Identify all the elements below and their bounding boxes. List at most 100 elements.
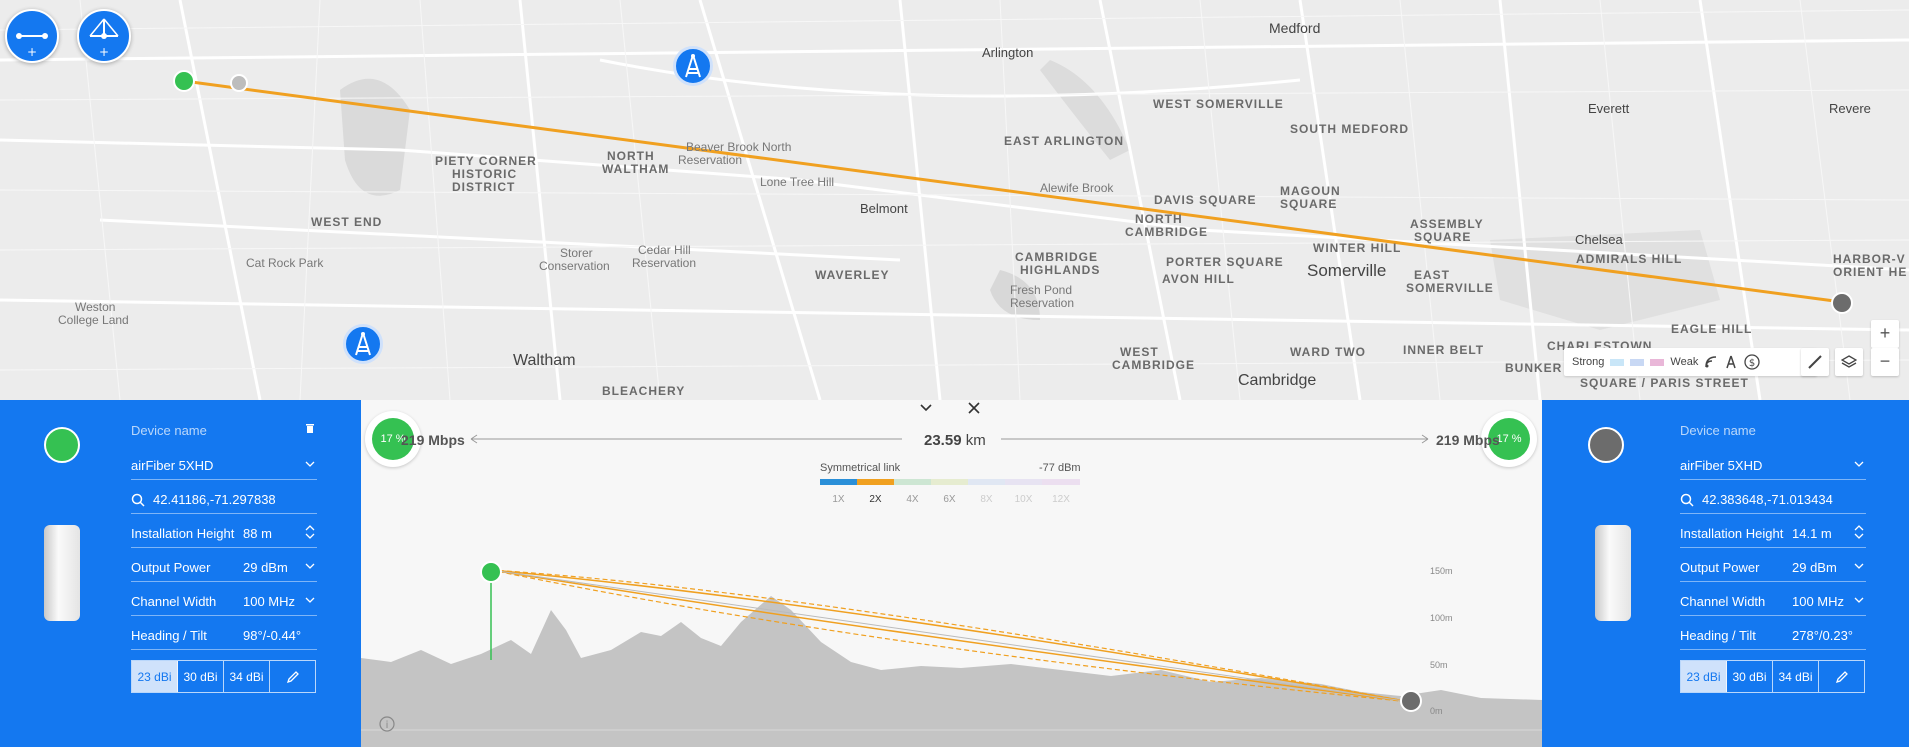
- zoom-in-button[interactable]: +: [1871, 320, 1899, 348]
- device-pin-ghost[interactable]: [230, 74, 248, 92]
- heading-tilt-field[interactable]: Heading / Tilt 98°/-0.44°: [131, 622, 317, 650]
- chevron-down-icon: [1854, 461, 1864, 467]
- zoom-out-button[interactable]: −: [1871, 348, 1899, 376]
- add-ptmp-button[interactable]: +: [77, 9, 131, 63]
- map-label-cambridge: Cambridge: [1238, 372, 1317, 389]
- tower-icon: [685, 54, 701, 78]
- map-label-bleachery: BLEACHERY: [602, 384, 686, 398]
- stepper-icon[interactable]: [1854, 525, 1864, 539]
- device-image: [1595, 525, 1631, 621]
- gain-option-23[interactable]: 23 dBi: [1681, 661, 1727, 692]
- mod-1x: 1X: [832, 494, 845, 505]
- map-label-winter-hill: WINTER HILL: [1313, 241, 1402, 255]
- map-label-historic: HISTORIC: [452, 167, 518, 181]
- map-label-inner-belt: INNER BELT: [1403, 343, 1485, 357]
- map[interactable]: Medford Arlington WEST SOMERVILLE SOUTH …: [0, 0, 1909, 400]
- close-icon: [968, 402, 980, 414]
- map-label-cambridge-highlands: CAMBRIDGE: [1015, 250, 1098, 264]
- elev-tick-0: 0m: [1430, 706, 1443, 716]
- output-power-field[interactable]: Output Power 29 dBm: [1680, 554, 1866, 582]
- mod-8x: 8X: [980, 494, 993, 505]
- gain-option-34[interactable]: 34 dBi: [1773, 661, 1819, 692]
- map-label-revere: Revere: [1829, 101, 1871, 116]
- gain-option-30[interactable]: 30 dBi: [178, 661, 224, 692]
- left-speed: 219 Mbps: [401, 432, 465, 448]
- profile-device-b: [1400, 690, 1422, 712]
- heading-tilt-value: 98°/-0.44°: [243, 628, 302, 643]
- stepper-icon[interactable]: [305, 525, 315, 539]
- device-pin-a[interactable]: [173, 70, 195, 92]
- tower-pin[interactable]: [673, 46, 713, 86]
- map-label-south-medford: SOUTH MEDFORD: [1290, 122, 1409, 136]
- tower-filter-icon[interactable]: [1724, 355, 1738, 369]
- legend-strong-label: Strong: [1572, 356, 1605, 368]
- map-label-avon-hill: AVON HILL: [1162, 272, 1235, 286]
- distance-value: 23.59: [924, 432, 962, 449]
- mod-2x: 2X: [869, 494, 882, 505]
- channel-width-field[interactable]: Channel Width 100 MHz: [131, 588, 317, 616]
- map-label-north: NORTH: [607, 149, 655, 163]
- coords-input[interactable]: 42.383648,-71.013434: [1680, 486, 1866, 514]
- map-label-north-cambridge: NORTH: [1135, 212, 1183, 226]
- legend-bar: [1630, 358, 1645, 366]
- gain-option-23[interactable]: 23 dBi: [132, 661, 178, 692]
- add-link-button[interactable]: +: [5, 9, 59, 63]
- gain-option-34[interactable]: 34 dBi: [224, 661, 270, 692]
- gain-option-30[interactable]: 30 dBi: [1727, 661, 1773, 692]
- pencil-icon: [286, 670, 299, 683]
- tower-pin-2[interactable]: [343, 324, 383, 364]
- map-label-magoun: MAGOUN: [1280, 184, 1341, 198]
- installation-height-field[interactable]: Installation Height 88 m: [131, 520, 317, 548]
- map-label-paris-street: SQUARE / PARIS STREET: [1580, 376, 1749, 390]
- ruler-button[interactable]: [1801, 348, 1829, 376]
- heading-tilt-field[interactable]: Heading / Tilt 278°/0.23°: [1680, 622, 1866, 650]
- device-name-row[interactable]: Device name: [131, 416, 317, 444]
- collapse-button[interactable]: [916, 400, 936, 416]
- device-name-input[interactable]: Device name: [1680, 423, 1756, 438]
- map-label-storer: Storer: [560, 246, 593, 260]
- mod-10x: 10X: [1014, 494, 1033, 505]
- map-label-east-somerville-2: SOMERVILLE: [1406, 281, 1494, 295]
- edit-gain-button[interactable]: [1819, 661, 1864, 692]
- map-label-cedar-res: Reservation: [632, 256, 697, 270]
- coords-input[interactable]: 42.41186,-71.297838: [131, 486, 317, 514]
- map-label-porter: PORTER SQUARE: [1166, 255, 1284, 269]
- map-label-cedar-hill: Cedar Hill: [638, 243, 691, 257]
- map-label-square: SQUARE: [1280, 197, 1338, 211]
- channel-width-field[interactable]: Channel Width 100 MHz: [1680, 588, 1866, 616]
- output-power-label: Output Power: [1680, 560, 1760, 575]
- model-select[interactable]: airFiber 5XHD: [131, 452, 317, 480]
- map-label-medford: Medford: [1269, 20, 1321, 36]
- map-label-waltham-n: WALTHAM: [602, 162, 670, 176]
- map-label-highlands: HIGHLANDS: [1020, 263, 1101, 277]
- close-button[interactable]: [964, 400, 984, 416]
- trash-icon[interactable]: [305, 423, 315, 433]
- map-label-arlington: Arlington: [982, 45, 1034, 60]
- device-image: [44, 525, 80, 621]
- installation-height-field[interactable]: Installation Height 14.1 m: [1680, 520, 1866, 548]
- search-icon: [131, 493, 145, 507]
- antenna-gain-selector: 23 dBi 30 dBi 34 dBi: [131, 660, 316, 693]
- dollar-icon[interactable]: $: [1744, 354, 1760, 370]
- output-power-field[interactable]: Output Power 29 dBm: [131, 554, 317, 582]
- chevron-down-icon: [920, 404, 932, 412]
- channel-width-label: Channel Width: [131, 594, 217, 609]
- layers-button[interactable]: [1835, 348, 1863, 376]
- device-name-row[interactable]: Device name: [1680, 416, 1866, 444]
- output-power-label: Output Power: [131, 560, 211, 575]
- edit-gain-button[interactable]: [270, 661, 315, 692]
- model-select[interactable]: airFiber 5XHD: [1680, 452, 1866, 480]
- mod-12x: 12X: [1052, 494, 1070, 505]
- map-label-davis: DAVIS SQUARE: [1154, 193, 1257, 207]
- info-button[interactable]: [371, 714, 391, 734]
- wifi-icon[interactable]: [1704, 355, 1718, 369]
- map-label-piety-corner: PIETY CORNER: [435, 154, 537, 168]
- map-label-weston: Weston: [75, 300, 116, 314]
- device-pin-b[interactable]: [1831, 292, 1853, 314]
- device-name-input[interactable]: Device name: [131, 423, 207, 438]
- map-label-east-arlington: EAST ARLINGTON: [1004, 134, 1125, 148]
- device-panel-left: Device name airFiber 5XHD 42.41186,-71.2…: [0, 400, 361, 747]
- distance-unit: km: [965, 432, 986, 449]
- pencil-icon: [1835, 670, 1848, 683]
- svg-text:+: +: [27, 45, 37, 59]
